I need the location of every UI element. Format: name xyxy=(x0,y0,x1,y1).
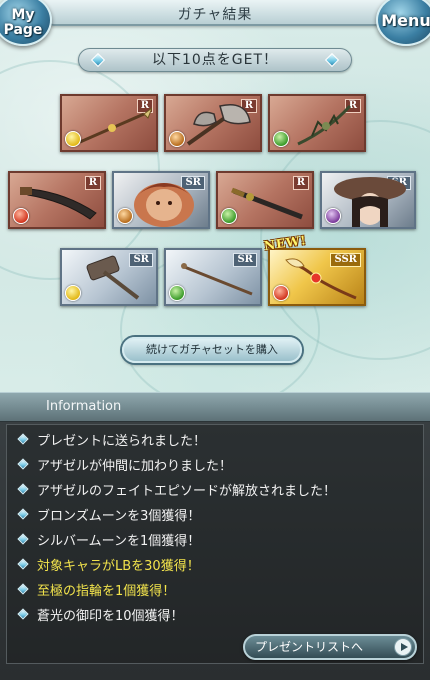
hammer-icon xyxy=(86,255,140,300)
page-title: ガチャ結果 xyxy=(177,7,253,23)
katana-icon xyxy=(231,187,303,220)
result-card-sword[interactable]: R xyxy=(8,171,106,229)
info-item: 蒼光の御印を10個獲得！ xyxy=(37,609,184,624)
info-item: プレゼントに送られました！ xyxy=(37,434,207,449)
info-item: ブロンズムーンを3個獲得！ xyxy=(37,509,201,524)
diamond-icon xyxy=(17,583,29,595)
light-element-icon xyxy=(65,285,81,301)
diamond-icon xyxy=(17,558,29,570)
information-body: プレゼントに送られました！ アザゼルが仲間に加わりました！ アザゼルのフェイトエ… xyxy=(6,424,424,664)
result-card-spear[interactable]: R xyxy=(60,94,158,152)
buy-gacha-set-button[interactable]: 続けてガチャセットを購入 xyxy=(122,337,302,363)
info-item-highlight: 至極の指輪を1個獲得！ xyxy=(37,584,176,599)
buy-gacha-set-label: 続けてガチャセットを購入 xyxy=(146,343,278,356)
info-item-highlight: 対象キャラがLBを30獲得！ xyxy=(37,559,200,574)
diamond-icon xyxy=(90,52,106,68)
summon-portrait-icon xyxy=(134,183,194,227)
result-card-katana[interactable]: R xyxy=(216,171,314,229)
wind-element-icon xyxy=(221,208,237,224)
sword-icon xyxy=(20,187,97,220)
information-title: Information xyxy=(46,399,122,414)
diamond-icon xyxy=(17,458,29,470)
diamond-icon xyxy=(17,508,29,520)
diamond-icon xyxy=(17,433,29,445)
axe-icon xyxy=(186,104,251,146)
spear-icon xyxy=(79,107,152,144)
wind-element-icon xyxy=(169,285,185,301)
info-item: アザゼルのフェイトエピソードが解放されました！ xyxy=(37,484,337,499)
diamond-icon xyxy=(324,52,340,68)
present-list-label: プレゼントリストへ xyxy=(255,640,364,654)
result-card-bow[interactable]: R xyxy=(268,94,366,152)
result-card-scepter[interactable]: SSR xyxy=(268,248,366,306)
earth-element-icon xyxy=(169,131,185,147)
info-item: アザゼルが仲間に加わりました！ xyxy=(37,459,233,474)
mypage-label-bottom: Page xyxy=(3,22,43,38)
character-portrait-icon xyxy=(334,177,406,227)
play-arrow-icon xyxy=(394,638,412,656)
wind-element-icon xyxy=(273,131,289,147)
scepter-icon xyxy=(285,258,357,300)
diamond-icon xyxy=(17,483,29,495)
result-card-character[interactable]: SR xyxy=(320,171,416,229)
menu-label: Menu xyxy=(381,11,430,30)
result-card-hammer[interactable]: SR xyxy=(60,248,158,306)
fire-element-icon xyxy=(13,208,29,224)
light-element-icon xyxy=(65,131,81,147)
dark-element-icon xyxy=(325,208,341,224)
diamond-icon xyxy=(17,608,29,620)
bow-icon xyxy=(297,104,352,146)
result-card-axe[interactable]: R xyxy=(164,94,262,152)
get-banner: 以下10点をGET！ xyxy=(78,48,352,72)
info-item: シルバームーンを1個獲得！ xyxy=(37,534,201,549)
mypage-label-top: My xyxy=(11,7,35,23)
fire-element-icon xyxy=(273,285,289,301)
earth-element-icon xyxy=(117,208,133,224)
staff-icon xyxy=(181,263,253,296)
result-card-summon[interactable]: SR xyxy=(112,171,210,229)
get-banner-text: 以下10点をGET！ xyxy=(151,52,279,68)
present-list-button[interactable]: プレゼントリストへ xyxy=(243,634,417,660)
result-card-staff[interactable]: SR xyxy=(164,248,262,306)
diamond-icon xyxy=(17,533,29,545)
background-swirl xyxy=(0,60,160,280)
